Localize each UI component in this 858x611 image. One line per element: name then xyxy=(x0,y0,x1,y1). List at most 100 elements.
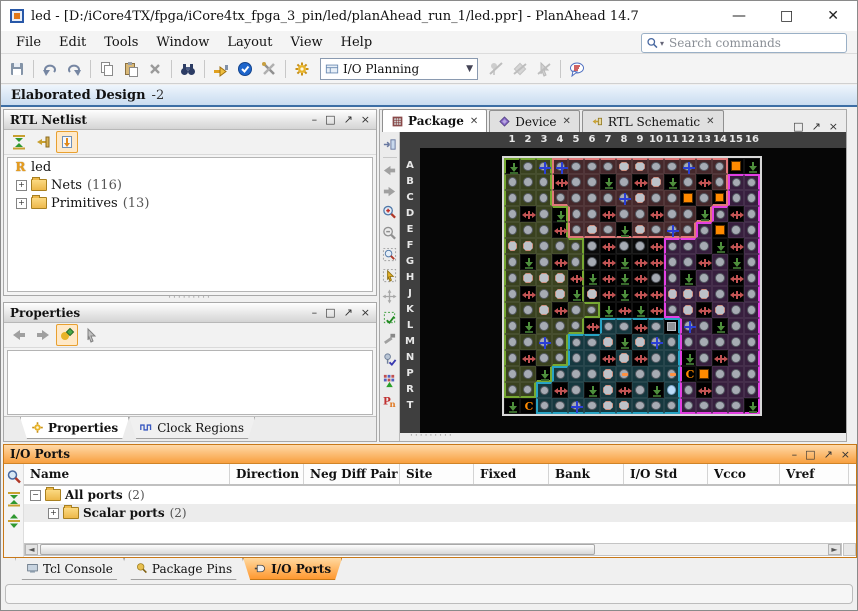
tab-package[interactable]: Package ✕ xyxy=(382,109,488,132)
package-pin-J4[interactable] xyxy=(552,286,568,302)
package-pin-K4[interactable] xyxy=(552,302,568,318)
package-pin-K1[interactable] xyxy=(504,302,520,318)
package-pin-B1[interactable] xyxy=(504,174,520,190)
package-pin-G10[interactable] xyxy=(648,254,664,270)
package-pin-G12[interactable] xyxy=(680,254,696,270)
package-pin-N6[interactable] xyxy=(584,350,600,366)
package-pin-B4[interactable] xyxy=(552,174,569,190)
package-pin-P14[interactable] xyxy=(712,366,728,382)
package-pin-M7[interactable] xyxy=(600,334,616,350)
package-pin-L9[interactable] xyxy=(632,318,648,334)
package-pin-K14[interactable] xyxy=(712,302,728,318)
package-pin-T14[interactable] xyxy=(712,398,728,414)
menu-help[interactable]: Help xyxy=(332,33,382,52)
expand-all-icon[interactable] xyxy=(3,510,25,532)
menu-layout[interactable]: Layout xyxy=(218,33,281,52)
package-pin-P10[interactable] xyxy=(648,366,664,382)
package-pin-C15[interactable] xyxy=(728,190,744,206)
package-pin-A9[interactable] xyxy=(632,158,648,174)
panel-close-icon[interactable]: × xyxy=(841,449,850,460)
delete-icon[interactable] xyxy=(144,58,166,80)
package-pin-J15[interactable] xyxy=(728,286,744,302)
package-pin-L12[interactable] xyxy=(680,318,696,334)
package-pin-B7[interactable] xyxy=(600,174,616,190)
package-pin-J10[interactable] xyxy=(648,286,664,302)
package-pin-E14[interactable] xyxy=(712,222,728,238)
package-pin-D7[interactable] xyxy=(600,206,616,222)
zoom-in-icon[interactable] xyxy=(380,202,400,222)
package-pin-G13[interactable] xyxy=(696,254,712,270)
binoculars-icon[interactable] xyxy=(177,58,199,80)
package-pin-F12[interactable] xyxy=(680,238,696,254)
package-pin-K5[interactable] xyxy=(568,302,584,318)
package-pin-D14[interactable] xyxy=(712,206,728,222)
package-pin-B16[interactable] xyxy=(744,174,760,190)
package-pin-F16[interactable] xyxy=(744,238,760,254)
package-pin-F2[interactable] xyxy=(520,238,536,254)
package-pin-H2[interactable] xyxy=(520,270,536,286)
package-pin-T6[interactable] xyxy=(584,398,600,414)
package-pin-A12[interactable] xyxy=(680,158,696,174)
package-pin-F14[interactable] xyxy=(712,238,728,254)
column-header-vref[interactable]: Vref xyxy=(780,464,849,484)
package-pin-B13[interactable] xyxy=(696,174,712,190)
package-pin-T9[interactable] xyxy=(632,398,648,414)
package-pin-T5[interactable] xyxy=(568,398,584,414)
column-header-fixed[interactable]: Fixed xyxy=(474,464,549,484)
package-pin-H13[interactable] xyxy=(696,270,712,286)
package-pin-A10[interactable] xyxy=(648,158,664,174)
panel-minimize-icon[interactable]: – xyxy=(312,307,318,318)
package-pin-H3[interactable] xyxy=(536,270,552,286)
package-pin-E13[interactable] xyxy=(696,222,712,238)
package-pin-R8[interactable] xyxy=(616,382,632,398)
panel-float-icon[interactable]: ↗ xyxy=(344,307,353,318)
package-pin-K12[interactable] xyxy=(680,302,696,318)
package-pin-P7[interactable] xyxy=(600,366,616,382)
package-pin-B2[interactable] xyxy=(520,174,536,190)
package-pin-E11[interactable] xyxy=(664,222,680,238)
forward-icon[interactable] xyxy=(32,324,54,346)
package-pin-N3[interactable] xyxy=(536,350,552,366)
package-pin-N11[interactable] xyxy=(664,350,680,366)
package-pin-D16[interactable] xyxy=(744,206,760,222)
undo-icon[interactable] xyxy=(39,58,61,80)
package-pin-J8[interactable] xyxy=(616,286,632,302)
package-pin-T3[interactable] xyxy=(536,398,552,414)
package-pin-L10[interactable] xyxy=(648,318,664,334)
tab-rtl-schematic[interactable]: RTL Schematic ✕ xyxy=(581,110,724,132)
package-pin-T4[interactable] xyxy=(552,398,568,414)
package-pin-R5[interactable] xyxy=(568,382,584,398)
package-pin-G1[interactable] xyxy=(504,254,520,270)
package-pin-F13[interactable] xyxy=(696,238,712,254)
search-commands-input[interactable] xyxy=(667,35,842,51)
tab-device[interactable]: Device ✕ xyxy=(489,110,580,132)
package-pin-J14[interactable] xyxy=(712,286,728,302)
package-pin-K8[interactable] xyxy=(616,302,632,318)
copy-icon[interactable] xyxy=(96,58,118,80)
package-pin-L6[interactable] xyxy=(584,318,600,334)
package-pin-R6[interactable] xyxy=(584,382,600,398)
package-pin-C11[interactable] xyxy=(664,190,680,206)
package-pin-T16[interactable] xyxy=(744,398,760,414)
package-pin-H9[interactable] xyxy=(632,270,648,286)
package-pin-C3[interactable] xyxy=(536,190,552,206)
package-pin-H1[interactable] xyxy=(504,270,520,286)
panel-close-icon[interactable]: × xyxy=(829,121,838,132)
package-pin-P15[interactable] xyxy=(728,366,744,382)
package-pin-P8[interactable] xyxy=(616,366,632,382)
package-pin-D1[interactable] xyxy=(504,206,520,222)
package-pin-H7[interactable] xyxy=(600,270,616,286)
package-pin-H10[interactable] xyxy=(648,270,664,286)
package-pin-A11[interactable] xyxy=(664,158,680,174)
package-pin-C2[interactable] xyxy=(520,190,536,206)
package-pin-F15[interactable] xyxy=(728,238,744,254)
route-pin-icon[interactable] xyxy=(210,58,232,80)
package-pin-B8[interactable] xyxy=(616,174,632,190)
package-pin-J7[interactable] xyxy=(600,286,616,302)
package-pin-E16[interactable] xyxy=(744,222,760,238)
package-pin-A1[interactable] xyxy=(504,158,520,174)
package-pin-T12[interactable] xyxy=(680,398,696,414)
menu-view[interactable]: View xyxy=(282,33,332,52)
package-pin-B14[interactable] xyxy=(712,174,728,190)
package-pin-N7[interactable] xyxy=(600,350,616,366)
